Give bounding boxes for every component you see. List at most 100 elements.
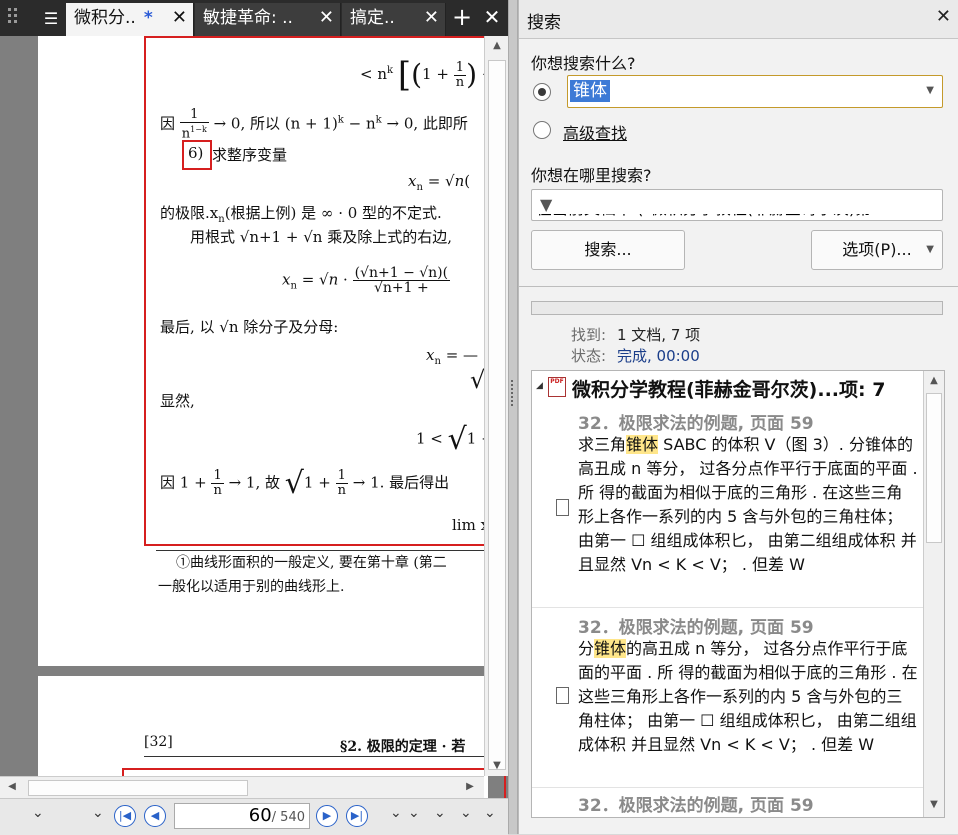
drag-grip-icon[interactable] [8, 8, 22, 24]
tab-bar: ☰ 微积分.. * ✕ 敏捷革命: .. ✕ 搞定.. ✕ + ✕ [0, 0, 508, 36]
scrollbar-thumb[interactable] [28, 780, 248, 796]
text-line: 因 1 + 1n → 1, 故 √1 + 1n → 1. 最后得出 [160, 466, 450, 501]
section-divider [519, 286, 958, 287]
search-results-list[interactable]: ◢ PDF 微积分学教程(菲赫金哥尔茨)...项: 7 32．极限求法的例题, … [531, 370, 945, 818]
options-button[interactable]: 选项(P)... ▼ [811, 230, 943, 270]
close-tab-icon[interactable]: ✕ [424, 3, 439, 33]
formula-line: √ [470, 366, 486, 394]
search-scope-select[interactable]: 在当前文档中 ("微积分学教程(菲赫金哥尔茨)第8 ▼ [531, 189, 943, 221]
scroll-left-icon[interactable]: ◀ [0, 781, 24, 792]
search-progress-bar [531, 301, 943, 315]
result-item[interactable]: 32．极限求法的例题, 页面 59 [532, 787, 924, 817]
result-snippet: 求三角锥体 SABC 的体积 V（图 3）. 分锥体的高丑成 n 等分， 过各分… [578, 435, 918, 574]
page-number-label: [32] [144, 734, 173, 750]
step-number: 6) [188, 144, 204, 162]
chevron-down-icon: ▼ [926, 244, 934, 255]
close-tab-icon[interactable]: ✕ [172, 3, 187, 33]
formula-line: xn = — [426, 346, 479, 367]
tab-document-3[interactable]: 搞定.. ✕ [342, 3, 446, 36]
expand-toolbar-icon[interactable]: ⌄ [32, 805, 44, 821]
document-page: < nk [(1 + 1n) − 因 1n1−k → 0, 所以 (n + 1)… [38, 36, 494, 666]
result-item[interactable]: 32．极限求法的例题, 页面 59 求三角锥体 SABC 的体积 V（图 3）.… [532, 405, 924, 608]
text-line: 显然, [160, 392, 195, 410]
close-all-tabs-icon[interactable]: ✕ [480, 6, 504, 30]
match-highlight: 锥体 [594, 639, 627, 658]
scrollbar-thumb[interactable] [926, 393, 942, 543]
scroll-right-icon[interactable]: ▶ [458, 781, 482, 792]
search-query-combobox[interactable]: 锥体 ▼ [567, 75, 943, 108]
scroll-down-icon[interactable]: ▼ [924, 799, 944, 810]
text-line: 求整序变量 [212, 146, 288, 164]
chevron-down-icon[interactable]: ▼ [926, 85, 934, 96]
advanced-search-link[interactable]: 高级查找 [563, 120, 627, 144]
search-pane: 搜索 ✕ 你想搜索什么? 锥体 ▼ 高级查找 你想在哪里搜索? 在当前文档中 (… [518, 0, 958, 834]
formula-line: xn = √n · (√n+1 − √n)(√n+1 + [282, 265, 451, 296]
footnote-text: 一般化以适用于别的曲线形上. [158, 579, 345, 595]
text-line: 的极限.xn(根据上例) 是 ∞ · 0 型的不定式. [160, 204, 442, 225]
text-line: 最后, 以 √n 除分子及分母: [160, 318, 339, 336]
result-snippet: 分锥体的高丑成 n 等分， 过各分点作平行于底面的平面 . 所 得的截面为相似于… [578, 639, 918, 754]
pane-splitter[interactable] [508, 0, 518, 834]
text-line: 因 1 n1−k → 0, 所以 (n + 1)k − nk → 0, 此即所 [160, 107, 468, 142]
status-label: 状态: [571, 347, 607, 365]
expand-toolbar-icon[interactable]: ⌄ [408, 805, 420, 821]
section-header: §2. 极限的定理 · 若 [340, 739, 466, 755]
first-page-icon[interactable]: |◀ [114, 805, 136, 827]
tab-label: 搞定.. [350, 8, 395, 28]
result-item[interactable]: 32．极限求法的例题, 页面 59 分锥体的高丑成 n 等分， 过各分点作平行于… [532, 609, 924, 788]
document-view[interactable]: < nk [(1 + 1n) − 因 1n1−k → 0, 所以 (n + 1)… [0, 36, 508, 798]
close-pane-icon[interactable]: ✕ [936, 6, 951, 27]
search-what-label: 你想搜索什么? [531, 54, 636, 73]
scroll-up-icon[interactable]: ▲ [924, 375, 944, 386]
scrollbar-thumb[interactable] [488, 60, 506, 770]
formula-line: xn = √n( [408, 172, 471, 193]
result-document-node[interactable]: ◢ PDF 微积分学教程(菲赫金哥尔茨)...项: 7 [532, 371, 924, 403]
text-line: 用根式 √n+1 + √n 乘及除上式的右边, [190, 228, 452, 246]
chevron-down-icon[interactable]: ▼ [536, 195, 934, 214]
collapse-triangle-icon[interactable]: ◢ [536, 381, 543, 391]
footnote-text: ①曲线形面积的一般定义, 要在第十章 (第二 [176, 555, 447, 571]
pane-header: 搜索 ✕ [519, 0, 958, 39]
total-pages-label: / 540 [271, 810, 305, 825]
last-page-icon[interactable]: ▶| [346, 805, 368, 827]
new-tab-icon[interactable]: + [450, 5, 474, 30]
expand-toolbar-icon[interactable]: ⌄ [92, 805, 104, 821]
tab-document-2[interactable]: 敏捷革命: .. ✕ [195, 3, 341, 36]
document-menu-icon[interactable]: ☰ [38, 6, 64, 32]
footnote-divider [156, 550, 488, 551]
advanced-search-radio[interactable] [533, 121, 551, 139]
result-heading: 32．极限求法的例题, 页面 59 [578, 414, 814, 434]
basic-search-radio[interactable] [533, 83, 551, 101]
expand-toolbar-icon[interactable]: ⌄ [434, 805, 446, 821]
result-heading: 32．极限求法的例题, 页面 59 [578, 618, 814, 638]
tab-document-1[interactable]: 微积分.. * ✕ [66, 3, 194, 36]
expand-toolbar-icon[interactable]: ⌄ [390, 805, 402, 821]
options-button-label: 选项(P)... [842, 240, 912, 259]
tab-label: 敏捷革命: .. [203, 8, 293, 28]
formula-line: < nk [(1 + 1n) − [360, 55, 494, 95]
document-vertical-scrollbar[interactable]: ▲ ▼ [484, 36, 509, 776]
header-rule [144, 756, 488, 757]
expand-toolbar-icon[interactable]: ⌄ [460, 805, 472, 821]
splitter-grip-icon[interactable] [511, 380, 517, 406]
scroll-up-icon[interactable]: ▲ [485, 40, 509, 51]
search-query-text: 锥体 [570, 80, 610, 102]
results-vertical-scrollbar[interactable]: ▲ ▼ [923, 371, 944, 817]
scroll-down-icon[interactable]: ▼ [485, 760, 509, 771]
page-icon [556, 499, 569, 516]
previous-page-icon[interactable]: ◀ [144, 805, 166, 827]
document-horizontal-scrollbar[interactable]: ◀ ▶ [0, 776, 484, 799]
next-page-icon[interactable]: ▶ [316, 805, 338, 827]
modified-indicator: * [143, 8, 153, 28]
tab-label: 微积分.. [74, 8, 136, 28]
match-highlight: 锥体 [626, 435, 659, 454]
pane-title: 搜索 [527, 13, 561, 33]
status-value: 完成, 00:00 [617, 347, 700, 365]
result-document-title: 微积分学教程(菲赫金哥尔茨)...项: 7 [572, 379, 886, 401]
expand-toolbar-icon[interactable]: ⌄ [484, 805, 496, 821]
search-button[interactable]: 搜索... [531, 230, 685, 270]
found-label: 找到: [571, 326, 607, 344]
close-tab-icon[interactable]: ✕ [319, 3, 334, 33]
page-number-field[interactable]: 60/ 540 [174, 803, 310, 829]
result-heading: 32．极限求法的例题, 页面 59 [578, 796, 814, 816]
